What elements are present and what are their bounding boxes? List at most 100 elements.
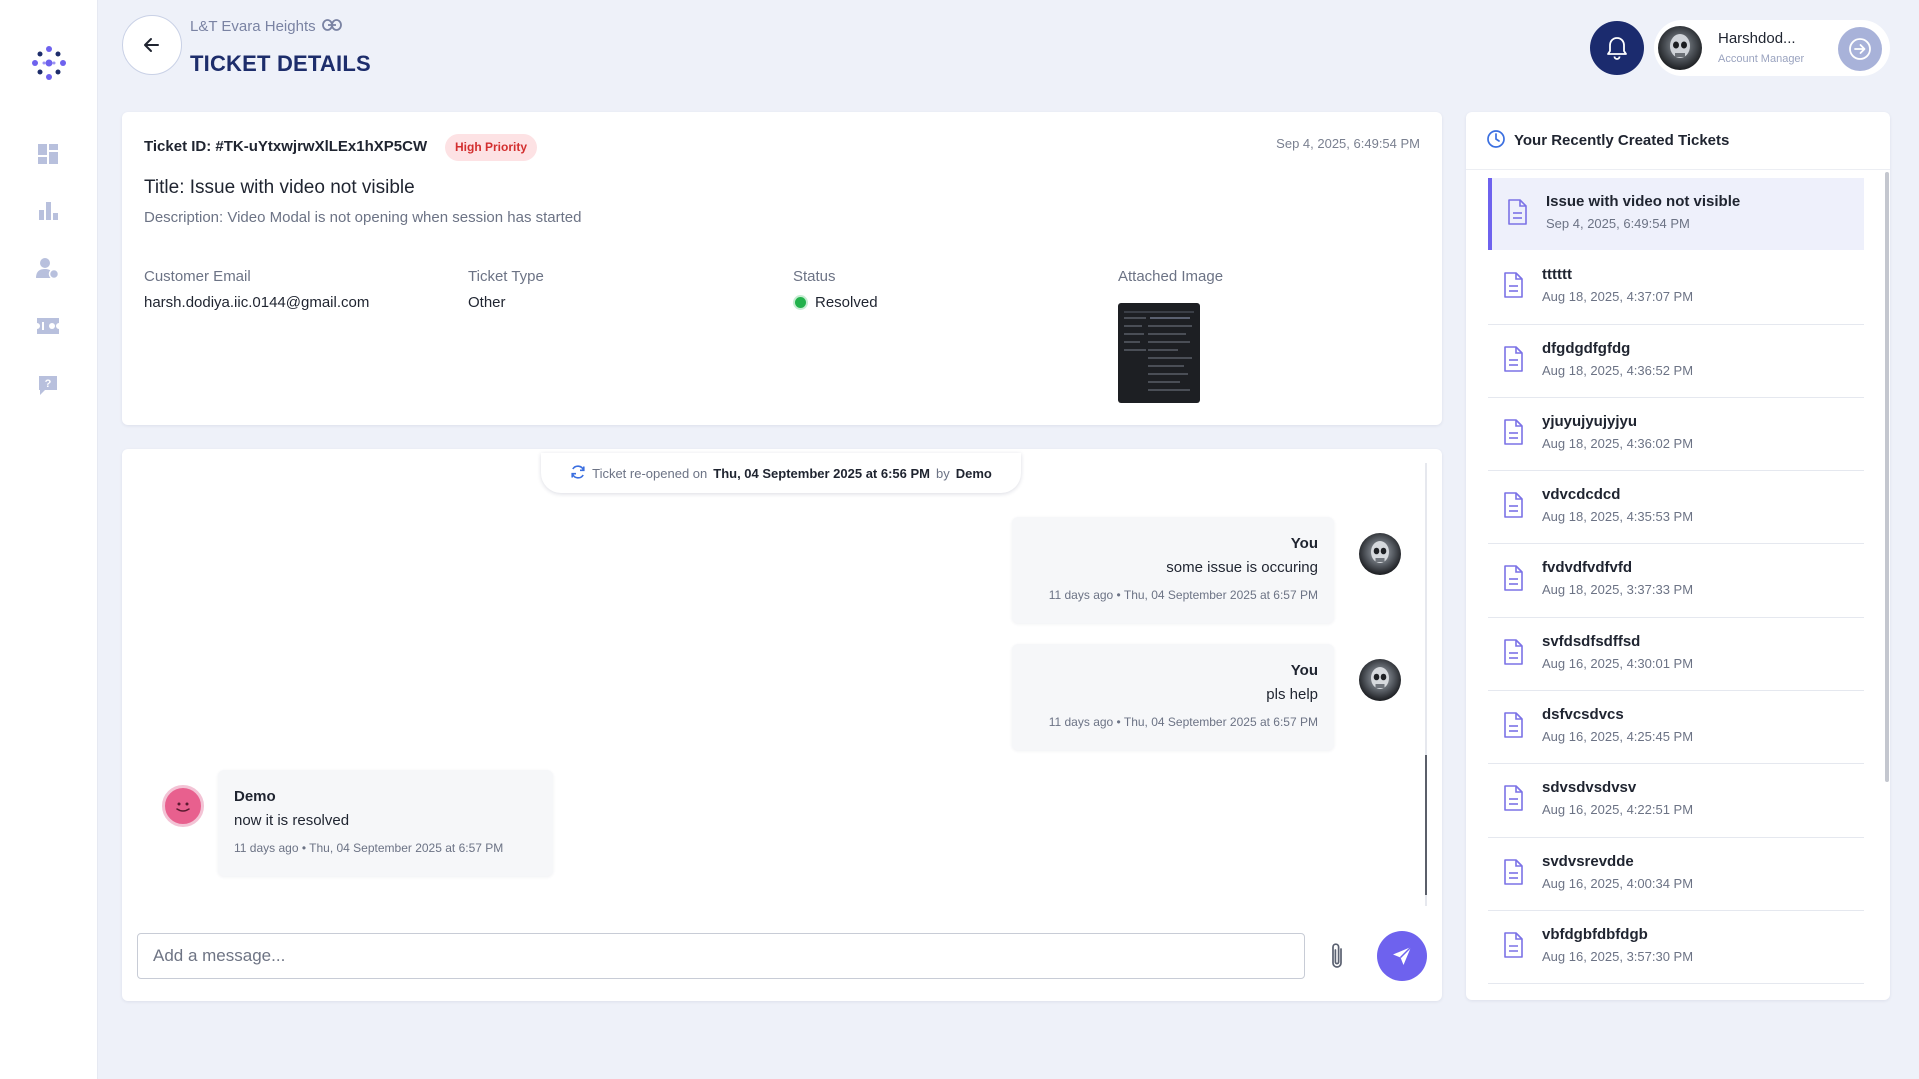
- svg-text:?: ?: [45, 378, 52, 390]
- ticket-details-card: Ticket ID: #TK-uYtxwjrwXlLEx1hXP5CW High…: [122, 112, 1442, 425]
- recent-ticket-item[interactable]: svfdsdfsdffsd Aug 16, 2025, 4:30:01 PM: [1488, 618, 1864, 692]
- ticket-type-label: Ticket Type: [468, 268, 544, 285]
- recent-ticket-date: Sep 4, 2025, 6:49:54 PM: [1546, 216, 1690, 231]
- reopen-by-word: by: [936, 465, 950, 481]
- customer-email-value: harsh.dodiya.iic.0144@gmail.com: [144, 294, 369, 311]
- chat-message: You pls help 11 days ago • Thu, 04 Septe…: [1012, 644, 1334, 750]
- document-icon: [1502, 345, 1524, 372]
- ticket-type-field: Ticket Type Other: [468, 268, 544, 311]
- message-author: You: [1290, 662, 1318, 679]
- user-profile[interactable]: Harshdod... Account Manager: [1654, 20, 1890, 76]
- attached-image-thumbnail[interactable]: [1118, 303, 1200, 403]
- document-icon: [1506, 199, 1528, 225]
- paperclip-icon: [1332, 943, 1342, 968]
- status-dot-icon: [793, 295, 808, 310]
- send-button[interactable]: [1377, 931, 1427, 981]
- avatar: [1359, 659, 1401, 701]
- sidebar: ?: [0, 0, 98, 1079]
- recent-ticket-item[interactable]: dsfvcsdvcs Aug 16, 2025, 4:25:45 PM: [1488, 691, 1864, 765]
- ticket-type-value: Other: [468, 294, 544, 311]
- recent-ticket-title: svdvsrevdde: [1542, 852, 1634, 870]
- customer-email-text: harsh.dodiya.iic.0144@gmail.com: [144, 294, 370, 311]
- recent-ticket-item[interactable]: dfgdgdfgfdg Aug 18, 2025, 4:36:52 PM: [1488, 325, 1864, 398]
- message-text: pls help: [1266, 686, 1318, 703]
- message-text: now it is resolved: [234, 812, 350, 829]
- recent-ticket-item[interactable]: sdvsdvsdvsv Aug 16, 2025, 4:22:51 PM: [1488, 764, 1864, 838]
- reopen-by: Demo: [955, 465, 992, 481]
- message-time: 11 days ago • Thu, 04 September 2025 at …: [1048, 588, 1318, 602]
- customer-email-field: Customer Email harsh.dodiya.iic.0144@gma…: [144, 268, 369, 311]
- link-icon[interactable]: [321, 18, 342, 35]
- recent-ticket-title: dfgdgdfgfdg: [1542, 339, 1631, 357]
- recent-ticket-title: vdvcdcdcd: [1542, 486, 1621, 504]
- clock-icon: [1486, 129, 1506, 153]
- recent-ticket-item[interactable]: tttttt Aug 18, 2025, 4:37:07 PM: [1488, 251, 1864, 325]
- recent-ticket-title: dsfvcsdvcs: [1542, 706, 1624, 724]
- bar-chart-icon[interactable]: [35, 197, 61, 223]
- chat-card: Ticket re-opened on Thu, 04 September 20…: [122, 449, 1442, 1001]
- recent-ticket-date: Aug 16, 2025, 4:25:45 PM: [1542, 729, 1694, 745]
- recent-ticket-title: sdvsdvsdvsv: [1542, 779, 1637, 797]
- logout-icon: [1849, 38, 1871, 60]
- message-input[interactable]: [137, 933, 1305, 979]
- recent-tickets-panel: Your Recently Created Tickets Issue with…: [1466, 112, 1890, 1000]
- recent-ticket-date: Aug 18, 2025, 4:37:07 PM: [1542, 289, 1694, 305]
- recent-ticket-item[interactable]: fvdvdfvdfvfd Aug 18, 2025, 3:37:33 PM: [1488, 544, 1864, 618]
- status-label: Status: [793, 268, 836, 285]
- chat-message: You some issue is occuring 11 days ago •…: [1012, 517, 1334, 623]
- document-icon: [1502, 638, 1524, 665]
- reopen-prefix: Ticket re-opened on: [592, 465, 708, 481]
- recent-ticket-item[interactable]: vdvcdcdcd Aug 18, 2025, 4:35:53 PM: [1488, 471, 1864, 545]
- notifications-button[interactable]: [1590, 21, 1644, 75]
- recent-ticket-item[interactable]: yjuyujyujyjyu Aug 18, 2025, 4:36:02 PM: [1488, 398, 1864, 472]
- message-time: 11 days ago • Thu, 04 September 2025 at …: [234, 841, 504, 855]
- avatar: [162, 785, 204, 827]
- app-logo-icon[interactable]: [30, 44, 68, 82]
- user-name: Harshdod...: [1718, 30, 1796, 47]
- recent-ticket-date: Aug 18, 2025, 4:36:52 PM: [1542, 362, 1694, 378]
- document-icon: [1502, 492, 1524, 518]
- dashboard-icon[interactable]: [35, 141, 61, 167]
- recent-ticket-title: tttttt: [1542, 266, 1572, 284]
- recent-ticket-title: yjuyujyujyjyu: [1542, 412, 1638, 430]
- recent-scrollbar[interactable]: [1885, 172, 1889, 782]
- recent-ticket-item[interactable]: vbfdgbfdbfdgb Aug 16, 2025, 3:57:30 PM: [1488, 911, 1864, 985]
- recent-ticket-title: Issue with video not visible: [1546, 193, 1741, 210]
- ticket-icon[interactable]: [35, 313, 61, 339]
- ticket-date: Sep 4, 2025, 6:49:54 PM: [1276, 136, 1420, 151]
- document-icon: [1502, 858, 1524, 885]
- recent-tickets-title: Your Recently Created Tickets: [1514, 132, 1730, 149]
- send-icon: [1393, 946, 1412, 965]
- project-name-label: L&T Evara Heights: [190, 18, 316, 35]
- chat-message: Demo now it is resolved 11 days ago • Th…: [218, 770, 553, 876]
- recent-ticket-item[interactable]: Issue with video not visible Sep 4, 2025…: [1488, 178, 1864, 250]
- recent-ticket-date: Aug 18, 2025, 4:35:53 PM: [1542, 509, 1694, 525]
- page-title: TICKET DETAILS: [190, 51, 371, 76]
- recent-ticket-date: Aug 16, 2025, 4:30:01 PM: [1542, 655, 1694, 671]
- attach-button[interactable]: [1322, 940, 1352, 972]
- recent-ticket-date: Aug 16, 2025, 4:22:51 PM: [1542, 802, 1694, 818]
- chat-scrollbar-thumb[interactable]: [1425, 755, 1427, 895]
- document-icon: [1502, 932, 1524, 958]
- recent-ticket-item[interactable]: svdvsrevdde Aug 16, 2025, 4:00:34 PM: [1488, 838, 1864, 911]
- avatar[interactable]: [1658, 26, 1702, 70]
- ticket-description: Description: Video Modal is not opening …: [144, 209, 582, 226]
- recent-ticket-title: svfdsdfsdffsd: [1542, 632, 1641, 650]
- document-icon: [1502, 419, 1524, 445]
- message-author: You: [1290, 535, 1318, 552]
- recent-ticket-date: Aug 18, 2025, 4:36:02 PM: [1542, 435, 1694, 451]
- attached-image-field: Attached Image: [1118, 268, 1223, 285]
- recent-ticket-date: Aug 18, 2025, 3:37:33 PM: [1542, 582, 1694, 598]
- reopen-banner: Ticket re-opened on Thu, 04 September 20…: [541, 453, 1021, 493]
- attached-image-label: Attached Image: [1118, 268, 1224, 285]
- status-text: Resolved: [815, 294, 878, 311]
- user-role: Account Manager: [1718, 53, 1805, 65]
- recent-ticket-date: Aug 16, 2025, 3:57:30 PM: [1542, 948, 1694, 964]
- document-icon: [1502, 565, 1524, 592]
- priority-badge: High Priority: [445, 134, 538, 161]
- user-settings-icon[interactable]: [35, 255, 61, 281]
- logout-button[interactable]: [1838, 27, 1882, 71]
- help-icon[interactable]: ?: [35, 372, 61, 398]
- back-button[interactable]: [122, 15, 182, 75]
- ticket-id: Ticket ID: #TK-uYtxwjrwXlLEx1hXP5CW: [144, 138, 428, 155]
